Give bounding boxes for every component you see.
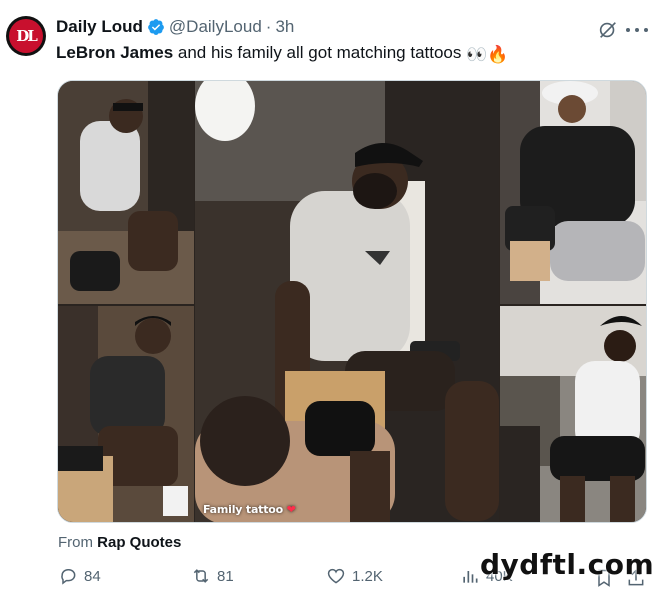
avatar[interactable]: DL (6, 16, 46, 56)
reply-button[interactable]: 84 (58, 566, 101, 586)
media-caption: Family tattoo ❤ (203, 503, 296, 516)
like-button[interactable]: 1.2K (326, 566, 383, 586)
tweet-emojis: 👀🔥 (466, 45, 509, 64)
heart-emoji-icon: ❤ (286, 503, 296, 516)
source-attribution: From Rap Quotes (58, 534, 182, 551)
display-name[interactable]: Daily Loud (56, 17, 143, 37)
user-handle[interactable]: @DailyLoud (169, 17, 262, 37)
tweet-header: Daily Loud @DailyLoud · 3h (56, 17, 294, 37)
tweet-text-bold: LeBron James (56, 43, 174, 62)
repost-icon (193, 569, 209, 583)
avatar-logo: DL (9, 19, 43, 53)
verified-badge-icon (148, 19, 164, 35)
media-panel-bottom-right (500, 306, 646, 522)
like-icon (327, 568, 345, 584)
reply-count: 84 (84, 567, 101, 585)
repost-count: 81 (217, 567, 234, 585)
repost-button[interactable]: 81 (191, 566, 234, 586)
separator-dot: · (265, 17, 272, 36)
media-panel-bottom-left (58, 306, 194, 522)
tweet-text: LeBron James and his family all got matc… (56, 43, 508, 65)
tweet-text-body: and his family all got matching tattoos (173, 43, 467, 62)
media-panel-top-right (500, 81, 646, 304)
views-icon (463, 571, 478, 583)
timestamp[interactable]: 3h (275, 17, 294, 37)
tweet-media[interactable]: Family tattoo ❤ (57, 80, 647, 523)
media-panel-center (195, 81, 499, 522)
media-panel-top-left (58, 81, 194, 304)
reply-icon (61, 569, 76, 585)
like-count: 1.2K (352, 567, 383, 585)
grok-icon[interactable] (597, 19, 619, 41)
source-name-link[interactable]: Rap Quotes (97, 534, 181, 551)
watermark-text: dydftl.com (480, 548, 655, 581)
more-icon[interactable] (626, 20, 648, 40)
tweet[interactable]: DL Daily Loud @DailyLoud · 3h LeBron Jam… (0, 0, 660, 604)
